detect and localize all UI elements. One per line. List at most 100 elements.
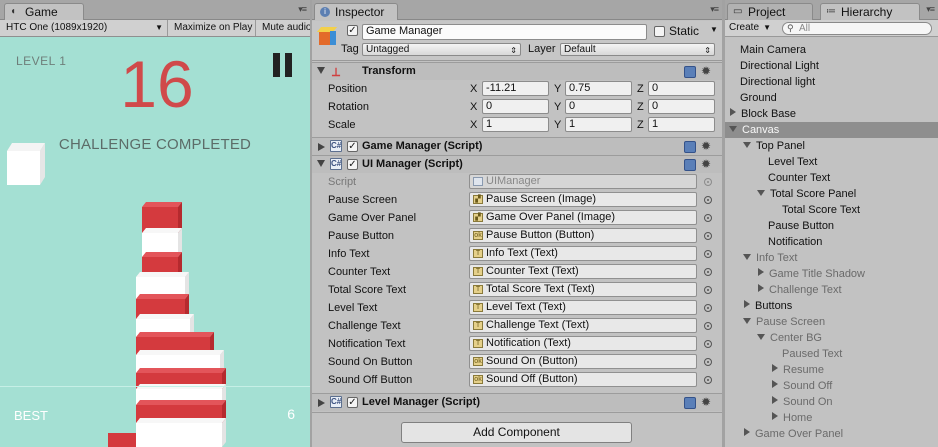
chevron-down-icon[interactable]: ▼ xyxy=(710,25,718,34)
object-picker-icon[interactable] xyxy=(704,286,712,294)
transform-header[interactable]: ⟂ Transform ✹ xyxy=(312,62,722,80)
object-picker-icon[interactable] xyxy=(704,340,712,348)
y-field[interactable]: 1 xyxy=(565,117,632,132)
search-input[interactable]: ⚲ All xyxy=(782,22,932,35)
y-field[interactable]: 0 xyxy=(565,99,632,114)
hierarchy-item[interactable]: Directional Light xyxy=(725,58,938,74)
gear-icon[interactable]: ✹ xyxy=(701,65,711,77)
ui-field-value[interactable]: ▞ Pause Screen (Image) xyxy=(469,192,697,207)
object-picker-icon[interactable] xyxy=(704,376,712,384)
object-picker-icon[interactable] xyxy=(704,322,712,330)
hierarchy-item[interactable]: Top Panel xyxy=(725,138,938,154)
hierarchy-item[interactable]: Info Text xyxy=(725,250,938,266)
hierarchy-item[interactable]: Counter Text xyxy=(725,170,938,186)
z-field[interactable]: 0 xyxy=(648,99,715,114)
hierarchy-item[interactable]: Ground xyxy=(725,90,938,106)
object-picker-icon[interactable] xyxy=(704,358,712,366)
component-enabled-checkbox[interactable]: ✓ xyxy=(347,141,358,152)
maximize-on-play-toggle[interactable]: Maximize on Play xyxy=(168,20,256,36)
fold-open-icon[interactable] xyxy=(743,318,751,324)
fold-closed-icon[interactable] xyxy=(730,108,736,116)
ui-manager-script-header[interactable]: C# ✓ UI Manager (Script) ✹ xyxy=(312,155,722,173)
hierarchy-item[interactable]: Block Base xyxy=(725,106,938,122)
x-field[interactable]: -11.21 xyxy=(482,81,549,96)
ui-field-value[interactable]: T Level Text (Text) xyxy=(469,300,697,315)
fold-open-icon[interactable] xyxy=(743,254,751,260)
x-field[interactable]: 1 xyxy=(482,117,549,132)
level-manager-script-header[interactable]: C# ✓ Level Manager (Script) ✹ xyxy=(312,393,722,411)
fold-closed-icon[interactable] xyxy=(758,268,764,276)
hierarchy-item[interactable]: Game Title Shadow xyxy=(725,266,938,282)
hierarchy-item[interactable]: Center BG xyxy=(725,330,938,346)
object-picker-icon[interactable] xyxy=(704,232,712,240)
panel-menu-icon[interactable]: ▾≡ xyxy=(926,5,935,14)
fold-open-icon[interactable] xyxy=(757,190,765,196)
active-checkbox[interactable]: ✓ xyxy=(347,25,358,36)
ui-field-value[interactable]: ▞ Game Over Panel (Image) xyxy=(469,210,697,225)
fold-closed-icon[interactable] xyxy=(758,284,764,292)
gear-icon[interactable]: ✹ xyxy=(701,396,711,408)
fold-closed-icon[interactable] xyxy=(744,428,750,436)
pause-button[interactable] xyxy=(273,53,293,77)
ui-field-value[interactable]: T Info Text (Text) xyxy=(469,246,697,261)
fold-closed-icon[interactable] xyxy=(772,380,778,388)
resolution-dropdown[interactable]: HTC One (1089x1920) ▼ xyxy=(0,20,168,36)
fold-closed-icon[interactable] xyxy=(772,364,778,372)
object-picker-icon[interactable] xyxy=(704,304,712,312)
hierarchy-item[interactable]: Game Over Panel xyxy=(725,426,938,442)
z-field[interactable]: 1 xyxy=(648,117,715,132)
help-book-icon[interactable] xyxy=(684,141,696,153)
hierarchy-item[interactable]: Notification xyxy=(725,234,938,250)
fold-open-icon[interactable] xyxy=(317,160,325,167)
tab-hierarchy[interactable]: ≔ Hierarchy xyxy=(820,3,920,20)
ui-field-value[interactable]: T Challenge Text (Text) xyxy=(469,318,697,333)
component-enabled-checkbox[interactable]: ✓ xyxy=(347,397,358,408)
hierarchy-item[interactable]: Challenge Text xyxy=(725,282,938,298)
fold-closed-icon[interactable] xyxy=(744,300,750,308)
hierarchy-item[interactable]: Paused Text xyxy=(725,346,938,362)
ui-field-value[interactable]: ok Sound Off (Button) xyxy=(469,372,697,387)
object-picker-icon[interactable] xyxy=(704,268,712,276)
help-book-icon[interactable] xyxy=(684,397,696,409)
ui-field-value[interactable]: T Counter Text (Text) xyxy=(469,264,697,279)
layer-dropdown[interactable]: Default ⇕ xyxy=(560,43,715,56)
fold-closed-icon[interactable] xyxy=(318,143,325,151)
tab-inspector[interactable]: i Inspector xyxy=(314,3,398,20)
fold-open-icon[interactable] xyxy=(317,67,325,74)
hierarchy-item[interactable]: Resume xyxy=(725,362,938,378)
hierarchy-item[interactable]: Sound On xyxy=(725,394,938,410)
ui-field-value[interactable]: ok Pause Button (Button) xyxy=(469,228,697,243)
fold-open-icon[interactable] xyxy=(729,126,737,132)
object-name-field[interactable]: Game Manager xyxy=(362,24,647,40)
help-book-icon[interactable] xyxy=(684,159,696,171)
hierarchy-item[interactable]: Pause Screen xyxy=(725,314,938,330)
hierarchy-item[interactable]: Pause Button xyxy=(725,218,938,234)
game-viewport[interactable]: LEVEL 1 16 CHALLENGE COMPLETED BEST 6 xyxy=(0,37,310,447)
fold-open-icon[interactable] xyxy=(757,334,765,340)
help-book-icon[interactable] xyxy=(684,66,696,78)
static-checkbox[interactable] xyxy=(654,26,665,37)
gear-icon[interactable]: ✹ xyxy=(701,158,711,170)
fold-closed-icon[interactable] xyxy=(318,399,325,407)
create-dropdown[interactable]: Create ▼ xyxy=(729,21,773,35)
hierarchy-item[interactable]: Level Text xyxy=(725,154,938,170)
component-enabled-checkbox[interactable]: ✓ xyxy=(347,159,358,170)
tab-game[interactable]: ◖ Game xyxy=(4,3,84,20)
fold-open-icon[interactable] xyxy=(743,142,751,148)
hierarchy-item[interactable]: Main Camera xyxy=(725,42,938,58)
ui-field-value[interactable]: ok Sound On (Button) xyxy=(469,354,697,369)
add-component-button[interactable]: Add Component xyxy=(401,422,632,443)
hierarchy-item[interactable]: Canvas xyxy=(725,122,938,138)
x-field[interactable]: 0 xyxy=(482,99,549,114)
tag-dropdown[interactable]: Untagged ⇕ xyxy=(362,43,521,56)
fold-closed-icon[interactable] xyxy=(772,412,778,420)
hierarchy-item[interactable]: Home xyxy=(725,410,938,426)
hierarchy-item[interactable]: Total Score Text xyxy=(725,202,938,218)
z-field[interactable]: 0 xyxy=(648,81,715,96)
ui-field-value[interactable]: T Total Score Text (Text) xyxy=(469,282,697,297)
hierarchy-item[interactable]: Directional light xyxy=(725,74,938,90)
ui-field-value[interactable]: T Notification (Text) xyxy=(469,336,697,351)
fold-closed-icon[interactable] xyxy=(772,396,778,404)
panel-menu-icon[interactable]: ▾≡ xyxy=(298,5,307,14)
gear-icon[interactable]: ✹ xyxy=(701,140,711,152)
